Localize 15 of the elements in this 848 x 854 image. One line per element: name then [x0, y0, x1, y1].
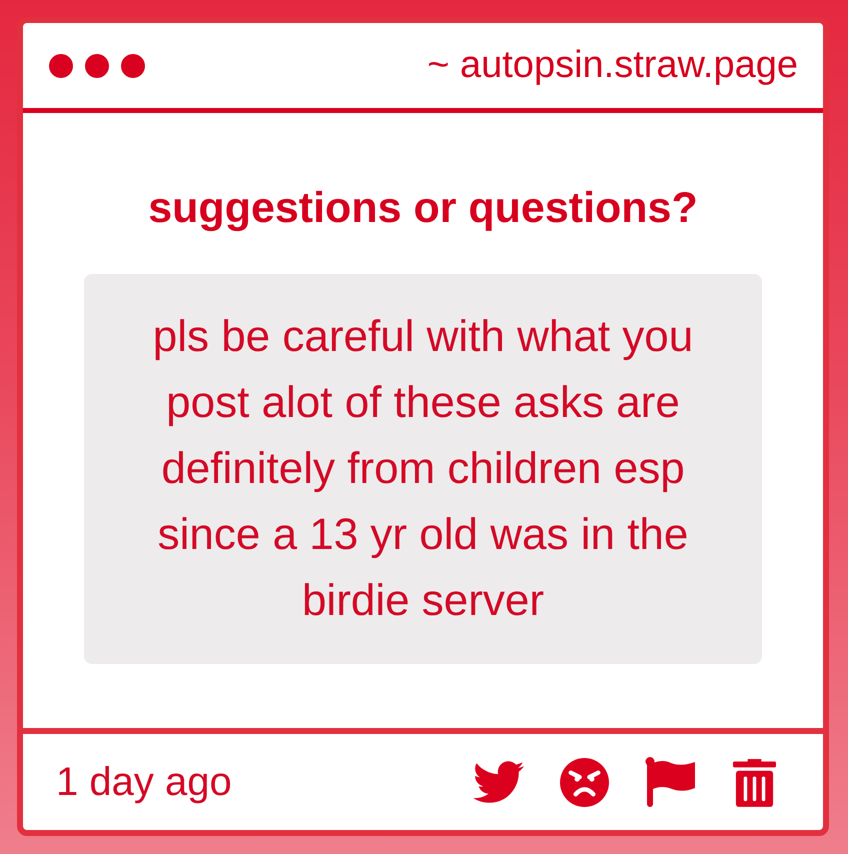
window-dot-icon — [121, 54, 145, 78]
window-dot-icon — [85, 54, 109, 78]
trash-icon — [733, 758, 776, 806]
angry-face-icon — [560, 758, 609, 806]
timestamp-text: 1 day ago — [56, 760, 232, 804]
delete-button[interactable] — [733, 758, 776, 806]
flag-button[interactable] — [645, 757, 697, 807]
angry-face-button[interactable] — [560, 758, 609, 806]
message-text: pls be careful with what you post alot of these asks are definitely from children esp since a 13 yr old was in the birdie server — [152, 311, 694, 627]
flag-icon — [645, 757, 697, 807]
card-heading: suggestions or questions? — [147, 183, 699, 233]
address-text: ~ autopsin.straw.page — [427, 44, 798, 87]
bird-icon — [473, 761, 524, 803]
bird-button[interactable] — [473, 761, 524, 803]
window-dot-icon — [49, 54, 73, 78]
